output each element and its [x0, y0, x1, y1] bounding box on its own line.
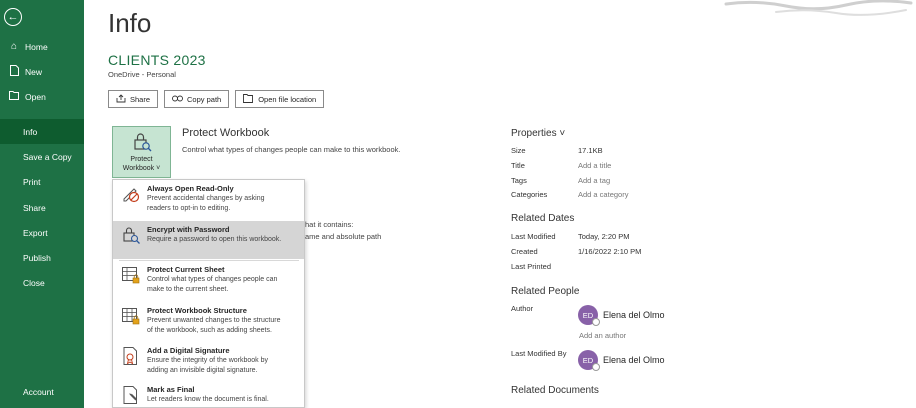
created-value: 1/16/2022 2:10 PM — [578, 247, 642, 256]
presence-icon — [592, 363, 600, 371]
menu-item-always-open-read-only[interactable]: Always Open Read-Only Prevent accidental… — [113, 180, 304, 221]
page-title: Info — [108, 8, 152, 38]
inspect-description-partial: hat it contains: — [305, 220, 354, 229]
related-documents-heading: Related Documents — [511, 385, 599, 396]
protect-workbook-description: Control what types of changes people can… — [182, 145, 401, 154]
lock-search-icon — [133, 133, 151, 152]
document-title: CLIENTS 2023 — [108, 52, 206, 68]
file-actions-toolbar: Share Copy path Open file location — [108, 90, 325, 108]
author-avatar[interactable]: ED — [578, 305, 600, 326]
workbook-lock-icon — [122, 308, 140, 325]
back-arrow-icon[interactable]: ← — [4, 8, 22, 26]
protect-workbook-button[interactable]: Protect Workbook ˅ — [112, 126, 171, 178]
related-dates-heading: Related Dates — [511, 213, 575, 224]
tags-field[interactable]: Add a tag — [578, 176, 610, 185]
sidebar-item-print[interactable]: Print — [0, 169, 84, 194]
new-document-icon — [8, 64, 20, 79]
menu-item-add-digital-signature[interactable]: Add a Digital Signature Ensure the integ… — [113, 342, 304, 381]
info-pane: Info CLIENTS 2023 OneDrive - Personal Sh… — [84, 0, 916, 408]
sidebar-item-close[interactable]: Close — [0, 270, 84, 295]
sidebar-item-account[interactable]: Account — [0, 379, 84, 404]
author-name[interactable]: Elena del Olmo — [603, 310, 665, 320]
protect-workbook-menu: Always Open Read-Only Prevent accidental… — [112, 179, 305, 408]
title-field[interactable]: Add a title — [578, 161, 611, 170]
lock-search-icon — [123, 227, 140, 244]
document-location: OneDrive - Personal — [108, 70, 176, 79]
presence-icon — [592, 318, 600, 326]
sidebar-item-save-a-copy[interactable]: Save a Copy — [0, 144, 84, 169]
menu-item-protect-workbook-structure[interactable]: Protect Workbook Structure Prevent unwan… — [113, 302, 304, 342]
backstage-sidebar: ← ⌂ Home New Open Info Save a Copy Print… — [0, 0, 84, 408]
sidebar-item-share[interactable]: Share — [0, 195, 84, 220]
last-modified-value: Today, 2:20 PM — [578, 232, 630, 241]
size-value: 17.1KB — [578, 146, 603, 155]
share-button[interactable]: Share — [108, 90, 159, 108]
sidebar-item-publish[interactable]: Publish — [0, 245, 84, 270]
folder-open-icon — [8, 90, 20, 103]
related-people-heading: Related People — [511, 286, 580, 297]
sidebar-item-open[interactable]: Open — [0, 84, 84, 109]
sheet-lock-icon — [122, 267, 140, 284]
add-author-link[interactable]: Add an author — [579, 331, 626, 340]
signature-icon — [123, 347, 137, 365]
modifier-name[interactable]: Elena del Olmo — [603, 355, 665, 365]
decorative-scribble-icon — [724, 0, 913, 16]
categories-field[interactable]: Add a category — [578, 190, 628, 199]
open-file-location-button[interactable]: Open file location — [235, 90, 325, 108]
copy-path-button[interactable]: Copy path — [164, 90, 230, 108]
modifier-avatar[interactable]: ED — [578, 350, 600, 371]
home-icon: ⌂ — [10, 41, 18, 52]
menu-item-protect-current-sheet[interactable]: Protect Current Sheet Control what types… — [113, 261, 304, 302]
link-icon — [172, 94, 183, 104]
chevron-down-icon: ˅ — [156, 165, 161, 172]
sidebar-item-new[interactable]: New — [0, 59, 84, 84]
menu-item-encrypt-with-password[interactable]: Encrypt with Password Require a password… — [113, 221, 304, 259]
sidebar-item-export[interactable]: Export — [0, 220, 84, 245]
properties-heading[interactable]: Properties ˅ — [511, 128, 565, 139]
mark-final-icon — [123, 386, 137, 404]
protect-workbook-heading: Protect Workbook — [182, 127, 270, 139]
menu-item-mark-as-final[interactable]: Mark as Final Let readers know the docum… — [113, 381, 304, 407]
sidebar-item-info[interactable]: Info — [0, 119, 84, 144]
inspect-description-partial-2: ame and absolute path — [305, 232, 382, 241]
folder-open-icon — [243, 93, 254, 105]
pencil-prohibited-icon — [123, 188, 140, 203]
share-icon — [116, 93, 126, 105]
sidebar-item-home[interactable]: ⌂ Home — [0, 34, 84, 59]
